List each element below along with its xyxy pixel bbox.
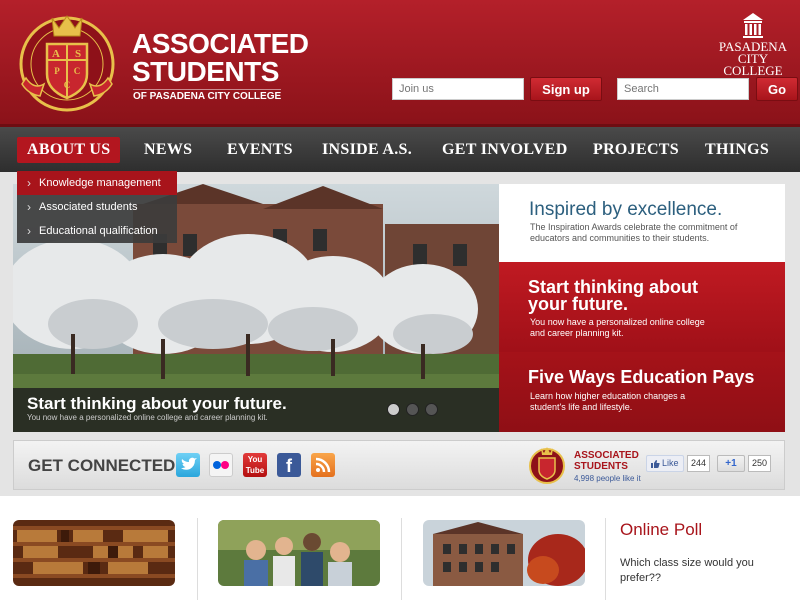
mini-title-line2: STUDENTS: [574, 461, 628, 472]
main-nav: ABOUT US NEWS EVENTS INSIDE A.S. GET INV…: [0, 124, 800, 172]
slider-caption-title[interactable]: Start thinking about your future.: [27, 395, 287, 413]
inspired-panel[interactable]: Inspired by excellence. The Inspiration …: [499, 184, 785, 262]
education-pays-text-line2: student's life and lifestyle.: [530, 402, 633, 412]
future-text-line2: and career planning kit.: [530, 328, 624, 338]
news-thumbnail-library[interactable]: [13, 520, 175, 586]
column-divider: [197, 518, 198, 600]
online-poll-title: Online Poll: [620, 520, 703, 539]
twitter-icon[interactable]: [176, 453, 200, 477]
dropdown-item-associated-students[interactable]: Associated students: [17, 195, 177, 219]
future-text-line1: You now have a personalized online colle…: [530, 317, 705, 327]
pcc-building-icon: [743, 13, 763, 38]
site-title-line1: ASSOCIATED: [132, 28, 309, 59]
future-title-line2: your future.: [528, 294, 629, 314]
signup-button[interactable]: Sign up: [530, 77, 602, 101]
education-pays-title: Five Ways Education Pays: [528, 367, 755, 387]
get-connected-title: GET CONNECTED:: [28, 456, 181, 475]
get-connected-bar: GET CONNECTED: You Tube f ASSOCIATED STU…: [13, 440, 785, 490]
facebook-like-button[interactable]: Like: [646, 455, 684, 472]
nav-item-inside-as[interactable]: INSIDE A.S.: [312, 137, 422, 163]
education-pays-panel[interactable]: Five Ways Education Pays Learn how highe…: [499, 352, 785, 432]
pcc-logo-line: CITY COLLEGE: [723, 51, 783, 78]
join-us-input[interactable]: [392, 78, 524, 100]
facebook-icon[interactable]: f: [277, 453, 301, 477]
crest-letter: A: [52, 48, 60, 60]
slider-dot[interactable]: [406, 403, 419, 416]
slider-caption-subtitle: You now have a personalized online colle…: [27, 413, 268, 422]
rss-icon[interactable]: [311, 453, 335, 477]
flickr-icon[interactable]: [209, 453, 233, 477]
crest-letter: S: [75, 48, 81, 60]
mini-crest-icon[interactable]: [526, 444, 568, 486]
crest-letter: C: [64, 80, 71, 90]
dropdown-item-educational-qualification[interactable]: Educational qualification: [17, 219, 177, 243]
news-thumbnail-students[interactable]: [218, 520, 380, 586]
nav-item-get-involved[interactable]: GET INVOLVED: [432, 137, 578, 163]
column-divider: [605, 518, 606, 600]
slider-dot[interactable]: [425, 403, 438, 416]
crest-letter: P: [54, 66, 60, 76]
facebook-like-count: 244: [687, 455, 711, 472]
future-panel[interactable]: Start thinking about your future. You no…: [499, 262, 785, 352]
crest-letter: C: [74, 66, 81, 76]
mini-title-line1: ASSOCIATED: [574, 450, 639, 461]
dropdown-item-knowledge-management[interactable]: Knowledge management: [17, 171, 177, 195]
slider-dot[interactable]: [387, 403, 400, 416]
search-input[interactable]: [617, 78, 749, 100]
news-thumbnail-campus[interactable]: [423, 520, 585, 586]
inspired-text: The Inspiration Awards celebrate the com…: [530, 222, 738, 243]
youtube-icon[interactable]: You Tube: [243, 453, 267, 477]
google-plus-count: 250: [748, 455, 772, 472]
pcc-logo[interactable]: PASADENA CITY COLLEGE: [712, 10, 794, 77]
nav-item-events[interactable]: EVENTS: [217, 137, 303, 163]
nav-item-projects[interactable]: PROJECTS: [583, 137, 689, 163]
column-divider: [401, 518, 402, 600]
site-title-line2: STUDENTS: [132, 56, 279, 87]
site-subtitle: OF PASADENA CITY COLLEGE: [133, 89, 282, 102]
nav-item-about-us[interactable]: ABOUT US: [17, 137, 121, 163]
google-plus-button[interactable]: +1: [717, 455, 745, 472]
thumbs-up-icon: [651, 460, 660, 468]
facebook-likes-count: 4,998 people like it: [574, 474, 641, 483]
search-go-button[interactable]: Go: [756, 77, 798, 101]
education-pays-text-line1: Learn how higher education changes a: [530, 391, 686, 401]
site-header: A S P C C ASSOCIATED STUDENTS OF PASADEN…: [0, 0, 800, 124]
inspired-title[interactable]: Inspired by excellence.: [529, 200, 722, 220]
facebook-like-label: Like: [662, 458, 679, 468]
nav-item-news[interactable]: NEWS: [134, 137, 202, 163]
about-us-dropdown: Knowledge management Associated students…: [17, 171, 177, 243]
online-poll-question: Which class size would you prefer??: [620, 557, 754, 584]
nav-item-things[interactable]: THINGS: [695, 137, 779, 163]
crest-logo-icon[interactable]: A S P C C: [14, 8, 120, 114]
